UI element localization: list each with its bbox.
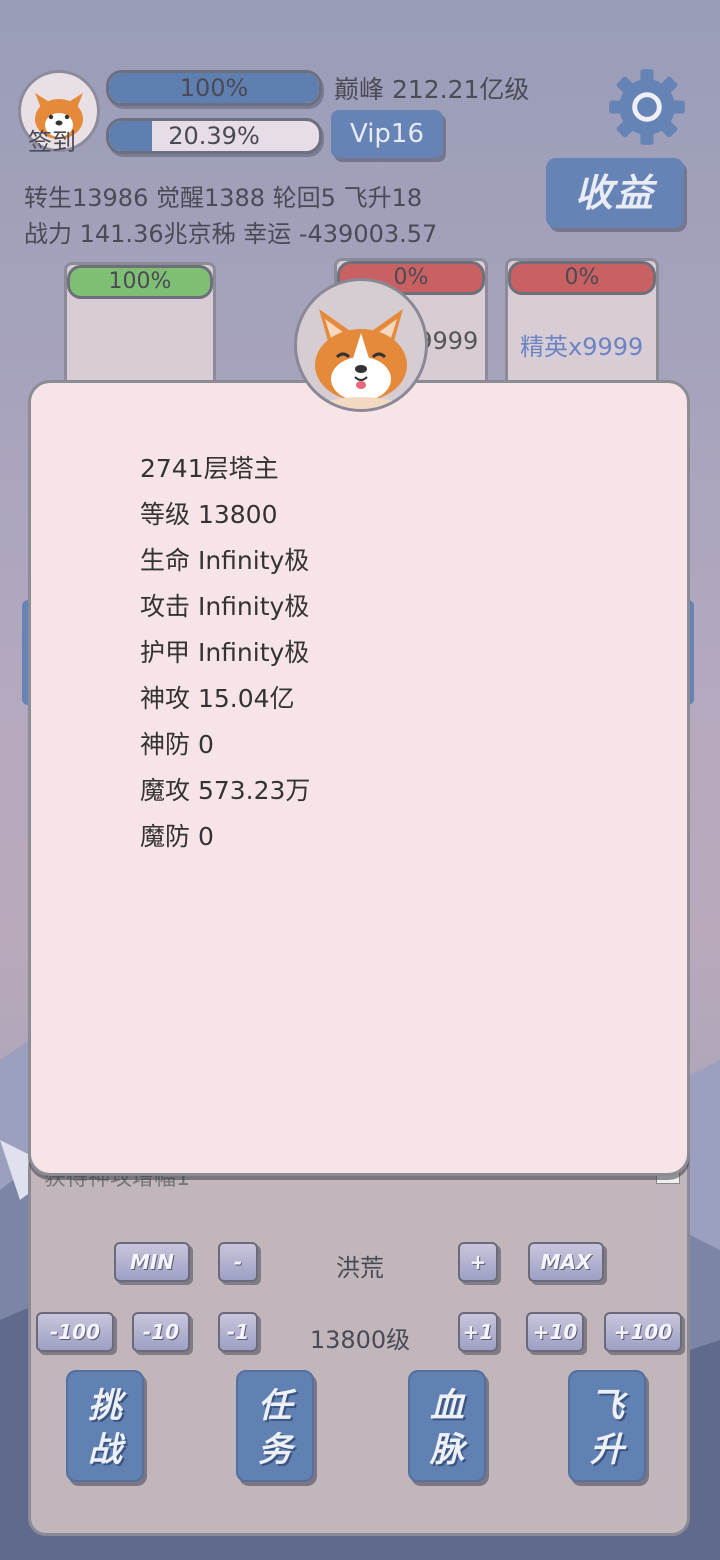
boss-attack: 攻击 Infinity极 (140, 592, 310, 621)
level-display: 13800级 (309, 1326, 411, 1354)
vip-button[interactable]: Vip16 (331, 110, 443, 158)
boss-title: 2741层塔主 (140, 454, 279, 483)
boss-divine-attack: 神攻 15.04亿 (140, 684, 295, 713)
minus-button[interactable]: - (218, 1242, 258, 1282)
quest-button[interactable]: 任 务 (236, 1370, 314, 1482)
minus-1-button[interactable]: -1 (218, 1312, 258, 1352)
boss-magic-attack: 魔攻 573.23万 (140, 776, 311, 805)
boss-portrait (294, 278, 428, 412)
boss-magic-defense: 魔防 0 (140, 822, 214, 851)
quest-label-2: 务 (258, 1430, 292, 1470)
progress-bar-exp: 20.39% (106, 118, 322, 154)
plus-button[interactable]: + (458, 1242, 498, 1282)
max-button[interactable]: MAX (528, 1242, 604, 1282)
ascend-button[interactable]: 飞 升 (568, 1370, 646, 1482)
rebirth-stats: 转生13986 觉醒1388 轮回5 飞升18 (24, 184, 423, 212)
income-button[interactable]: 收益 (546, 158, 684, 228)
progress-text: 20.39% (168, 122, 260, 150)
progress-bar-top: 100% (106, 70, 322, 106)
boss-hp: 生命 Infinity极 (140, 546, 310, 575)
challenge-label-2: 战 (88, 1430, 122, 1470)
boss-level: 等级 13800 (140, 500, 278, 529)
elite-count: 精英x9999 (520, 333, 644, 361)
boss-stats-list: 2741层塔主 等级 13800 生命 Infinity极 攻击 Infinit… (140, 446, 310, 860)
card-progress: 0% (508, 261, 656, 295)
quest-label-1: 任 (258, 1386, 292, 1426)
corgi-face-icon (315, 309, 407, 409)
min-button[interactable]: MIN (114, 1242, 190, 1282)
power-stats: 战力 141.36兆京秭 幸运 -439003.57 (24, 220, 438, 248)
progress-text: 100% (179, 74, 249, 102)
challenge-label-1: 挑 (88, 1386, 122, 1426)
boss-divine-defense: 神防 0 (140, 730, 214, 759)
card-progress: 100% (67, 265, 213, 299)
boss-armor: 护甲 Infinity极 (140, 638, 310, 667)
ascend-label-1: 飞 (590, 1386, 624, 1426)
gear-icon[interactable] (606, 66, 688, 148)
minus-10-button[interactable]: -10 (132, 1312, 190, 1352)
bloodline-label-1: 血 (430, 1386, 464, 1426)
plus-1-button[interactable]: +1 (458, 1312, 498, 1352)
boss-info-dialog[interactable] (28, 380, 690, 1176)
plus-10-button[interactable]: +10 (526, 1312, 584, 1352)
challenge-button[interactable]: 挑 战 (66, 1370, 144, 1482)
sign-in-label[interactable]: 签到 (28, 122, 76, 157)
bloodline-button[interactable]: 血 脉 (408, 1370, 486, 1482)
plus-100-button[interactable]: +100 (604, 1312, 682, 1352)
peak-level: 巅峰 212.21亿级 (334, 75, 530, 104)
bloodline-label-2: 脉 (430, 1430, 464, 1470)
realm-label: 洪荒 (336, 1254, 384, 1282)
ascend-label-2: 升 (590, 1430, 624, 1470)
minus-100-button[interactable]: -100 (36, 1312, 114, 1352)
